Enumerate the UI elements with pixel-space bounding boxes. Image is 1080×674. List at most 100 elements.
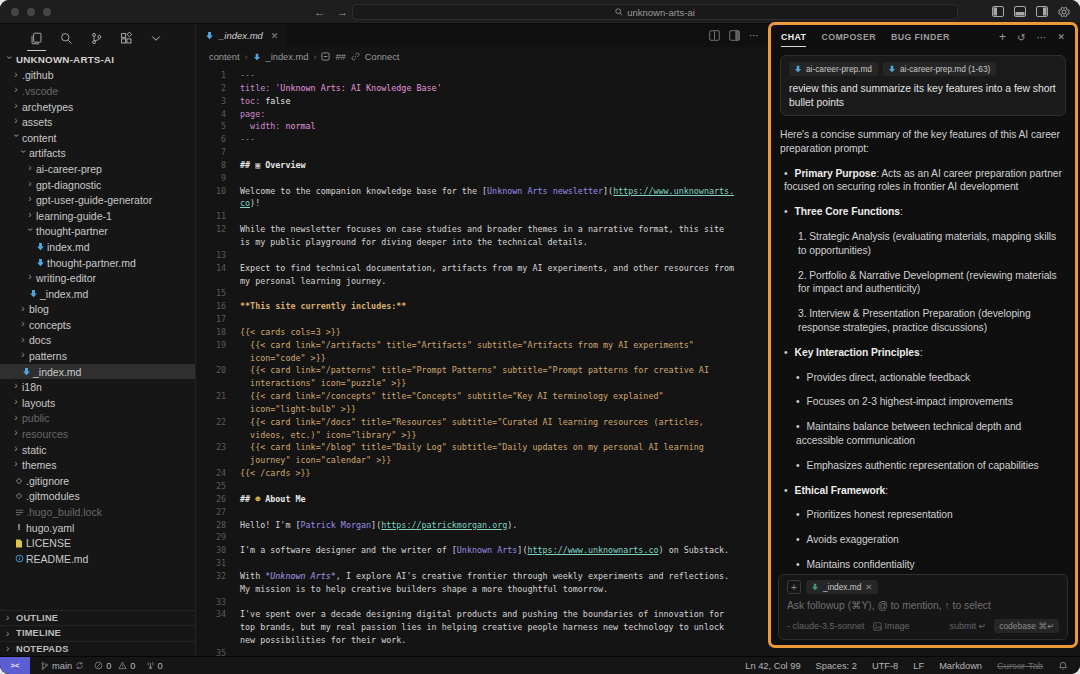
search-tab-icon[interactable] — [60, 24, 73, 52]
new-chat-icon[interactable]: + — [999, 30, 1006, 44]
history-icon[interactable]: ↺ — [1017, 32, 1025, 43]
tree-item[interactable]: ›writing-editor — [0, 270, 195, 286]
toggle-bottom-panel-icon[interactable] — [1014, 6, 1026, 17]
code-line[interactable]: 26## ☻ About Me — [196, 493, 768, 506]
code-line[interactable]: 11 — [196, 210, 768, 223]
code-line[interactable]: my personal learning journey. — [196, 275, 768, 288]
code-line[interactable]: 28Hello! I'm [Patrick Morgan](https://pa… — [196, 519, 768, 532]
split-editor-icon[interactable] — [709, 30, 720, 41]
status-item[interactable]: Cursor-Tab — [997, 661, 1043, 671]
code-line[interactable]: 33 — [196, 596, 768, 609]
tree-item[interactable]: ›docs — [0, 333, 195, 349]
tree-item[interactable]: ›assets — [0, 114, 195, 130]
tree-item[interactable]: ›i18n — [0, 379, 195, 395]
code-line[interactable]: 4page: — [196, 108, 768, 121]
code-line[interactable]: 5 width: normal — [196, 120, 768, 133]
code-line[interactable]: 21 {{< card link="/concepts" title="Conc… — [196, 390, 768, 403]
context-pill-index-md[interactable]: _index.md ✕ — [806, 580, 878, 594]
code-line[interactable]: 34I've spent over a decade designing dig… — [196, 608, 768, 621]
minimize-window-button[interactable] — [27, 8, 35, 16]
code-line[interactable]: 2title: 'Unknown Arts: AI Knowledge Base… — [196, 82, 768, 95]
tree-item[interactable]: ›blog — [0, 302, 195, 318]
tree-item[interactable]: ›thought-partner — [0, 224, 195, 240]
code-line[interactable]: co)! — [196, 197, 768, 210]
code-line[interactable]: 24{{< /cards >}} — [196, 467, 768, 480]
explorer-tab-icon[interactable] — [30, 24, 43, 52]
code-line[interactable]: 16**This site currently includes:** — [196, 300, 768, 313]
context-pill[interactable]: ai-career-prep.md (1-63) — [883, 62, 996, 76]
sidebar-section-outline[interactable]: ›OUTLINE — [0, 610, 195, 626]
source-control-tab-icon[interactable] — [90, 24, 103, 52]
code-line[interactable]: 31 — [196, 557, 768, 570]
user-message[interactable]: ai-career-prep.md ai-career-prep.md (1-63… — [780, 55, 1066, 116]
editor-tab-index-md[interactable]: _index.md ✕ — [196, 24, 287, 47]
codebase-button[interactable]: codebase ⌘↵ — [994, 619, 1059, 633]
code-line[interactable]: 23 {{< card link="/blog" title="Daily Lo… — [196, 441, 768, 454]
tree-root[interactable]: ›UNKNOWN-ARTS-AI — [0, 52, 195, 68]
code-editor[interactable]: 1---2title: 'Unknown Arts: AI Knowledge … — [196, 66, 768, 656]
tree-item[interactable]: ›resources — [0, 426, 195, 442]
toggle-right-panel-icon[interactable] — [1036, 6, 1048, 17]
tree-item[interactable]: .gitmodules — [0, 489, 195, 505]
ports-status[interactable]: 0 — [146, 661, 163, 671]
tree-item[interactable]: ›static — [0, 442, 195, 458]
tree-item[interactable]: thought-partner.md — [0, 255, 195, 271]
tree-item[interactable]: ›public — [0, 411, 195, 427]
code-line[interactable]: My mission is to help creative builders … — [196, 583, 768, 596]
code-line[interactable]: 14Expect to find technical documentation… — [196, 262, 768, 275]
code-line[interactable]: 13 — [196, 249, 768, 262]
toggle-layout-icon[interactable] — [729, 30, 740, 41]
code-line[interactable]: 20 {{< card link="/patterns" title="Prom… — [196, 364, 768, 377]
code-line[interactable]: 32With *Unknown Arts*, I explore AI's cr… — [196, 570, 768, 583]
tree-item[interactable]: ›artifacts — [0, 146, 195, 162]
code-line[interactable]: 18{{< cards cols=3 >}} — [196, 326, 768, 339]
settings-gear-icon[interactable] — [1058, 6, 1070, 18]
tree-item[interactable]: !hugo.yaml — [0, 520, 195, 536]
code-line[interactable]: 25 — [196, 480, 768, 493]
add-context-button[interactable]: + — [787, 580, 801, 594]
chat-input-box[interactable]: + _index.md ✕ Ask followup (⌘Y), @ to me… — [778, 574, 1068, 640]
code-line[interactable]: 8## ▣ Overview — [196, 159, 768, 172]
code-line[interactable]: journey" icon="calendar" >}} — [196, 454, 768, 467]
tab-bug-finder[interactable]: BUG FINDER — [891, 25, 950, 49]
code-line[interactable]: icon="light-bulb" >}} — [196, 403, 768, 416]
chat-more-icon[interactable]: ⋯ — [1036, 32, 1046, 43]
forward-icon[interactable]: → — [337, 6, 348, 18]
tree-item[interactable]: ›gpt-diagnostic — [0, 177, 195, 193]
code-line[interactable]: interactions" icon="puzzle" >}} — [196, 377, 768, 390]
close-panel-icon[interactable]: ✕ — [1057, 32, 1065, 42]
code-line[interactable]: 12While the newsletter focuses on case s… — [196, 223, 768, 236]
submit-button[interactable]: submit ↵ — [950, 621, 987, 631]
zoom-window-button[interactable] — [43, 8, 51, 16]
more-views-chevron-icon[interactable] — [150, 24, 162, 52]
code-line[interactable]: 29 — [196, 531, 768, 544]
remote-indicator[interactable]: >< — [0, 657, 30, 674]
code-line[interactable]: 3toc: false — [196, 95, 768, 108]
sidebar-section-notepads[interactable]: ›NOTEPADS — [0, 641, 195, 657]
code-line[interactable]: 19 {{< card link="/artifacts" title="Art… — [196, 339, 768, 352]
code-line[interactable]: 7 — [196, 146, 768, 159]
tab-chat[interactable]: CHAT — [781, 25, 806, 49]
status-item[interactable]: Ln 42, Col 99 — [745, 661, 800, 671]
code-line[interactable]: 30I'm a software designer and the writer… — [196, 544, 768, 557]
tree-item[interactable]: _index.md — [0, 286, 195, 302]
code-line[interactable]: top brands, but my real passion lies in … — [196, 621, 768, 634]
model-selector[interactable]: - claude-3.5-sonnet — [787, 621, 865, 631]
tree-item[interactable]: README.md — [0, 551, 195, 567]
tree-item[interactable]: .gitignore — [0, 473, 195, 489]
status-item[interactable]: LF — [913, 661, 924, 671]
close-tab-icon[interactable]: ✕ — [271, 31, 279, 41]
code-line[interactable]: 1--- — [196, 69, 768, 82]
code-line[interactable]: 27 — [196, 506, 768, 519]
context-pill[interactable]: ai-career-prep.md — [789, 62, 878, 76]
git-branch-status[interactable]: main — [40, 661, 84, 671]
code-line[interactable]: 10Welcome to the companion knowledge bas… — [196, 185, 768, 198]
breadcrumb[interactable]: content› _index.md› ## Connect — [196, 47, 768, 66]
tree-item[interactable]: ›learning-guide-1 — [0, 208, 195, 224]
code-line[interactable]: 9 — [196, 172, 768, 185]
tree-item[interactable]: _index.md — [0, 364, 195, 380]
code-line[interactable]: new possibilities for their work. — [196, 634, 768, 647]
status-item[interactable]: Markdown — [939, 661, 982, 671]
toggle-left-panel-icon[interactable] — [992, 6, 1004, 17]
code-line[interactable]: 15 — [196, 287, 768, 300]
